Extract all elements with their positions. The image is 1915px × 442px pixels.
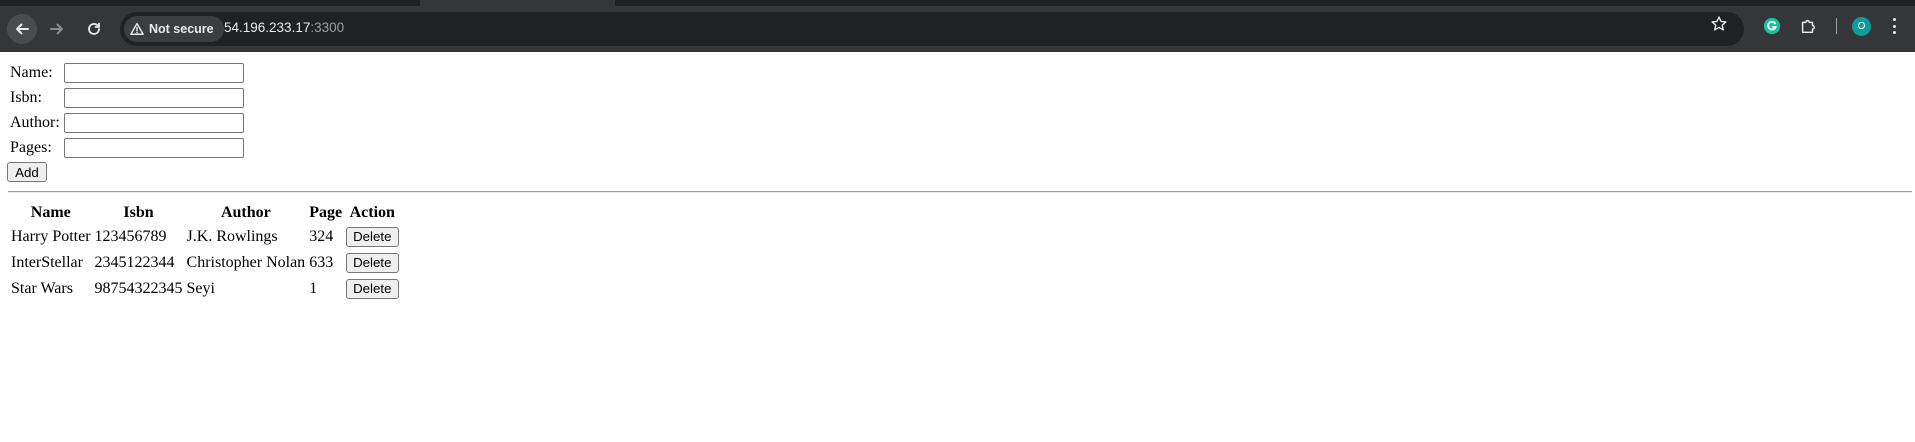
cell-isbn: 98754322345 [94, 280, 183, 297]
cell-name: InterStellar [11, 254, 83, 271]
cell-action: Delete [345, 225, 399, 249]
add-button[interactable]: Add [7, 162, 47, 182]
author-row: Author: [10, 112, 244, 134]
cell-page: 1 [309, 280, 318, 297]
column-header-action: Action [349, 204, 395, 221]
extensions-button[interactable] [1798, 16, 1818, 36]
warning-triangle-icon [130, 22, 144, 35]
site-security-chip[interactable]: Not secure [124, 16, 224, 42]
isbn-label: Isbn: [10, 89, 42, 106]
arrow-left-icon [16, 23, 29, 35]
cell-isbn: 123456789 [94, 228, 167, 245]
cell-action: Delete [345, 251, 399, 275]
cell-name: Star Wars [11, 280, 73, 297]
books-table: Name Isbn Author Page Action Harry Potte… [8, 201, 402, 303]
address-bar[interactable]: Not secure 54.196.233.17:3300 [120, 12, 1744, 46]
forward-button[interactable] [42, 14, 72, 44]
table-row: Star Wars 98754322345 Seyi 1 Delete [10, 277, 400, 301]
name-row: Name: [10, 62, 244, 84]
table-row: Harry Potter 123456789 J.K. Rowlings 324… [10, 225, 400, 249]
author-input[interactable] [64, 113, 244, 133]
pages-input[interactable] [64, 138, 244, 158]
page-content: Name: Isbn: Author: Pages: Add Name Isbn… [0, 52, 1915, 442]
delete-button[interactable]: Delete [346, 227, 399, 247]
pages-row: Pages: [10, 137, 244, 159]
url-host: 54.196.233.17 [224, 20, 311, 35]
cell-author: J.K. Rowlings [186, 228, 278, 245]
grammarly-extension-button[interactable] [1762, 16, 1782, 36]
cell-isbn: 2345122344 [94, 254, 175, 271]
browser-toolbar: Not secure 54.196.233.17:3300 O [0, 6, 1915, 52]
toolbar-divider [1836, 18, 1837, 34]
puzzle-icon [1801, 19, 1815, 34]
column-header-isbn: Isbn [123, 204, 154, 221]
arrow-right-icon [50, 23, 63, 35]
delete-button[interactable]: Delete [346, 253, 399, 273]
table-header-row: Name Isbn Author Page Action [10, 203, 400, 223]
isbn-row: Isbn: [10, 87, 244, 109]
isbn-input[interactable] [64, 88, 244, 108]
reload-icon [88, 22, 100, 35]
cell-author: Seyi [186, 280, 215, 297]
name-input[interactable] [64, 63, 244, 83]
table-row: InterStellar 2345122344 Christopher Nola… [10, 251, 400, 275]
delete-button[interactable]: Delete [346, 279, 399, 299]
column-header-name: Name [30, 204, 71, 221]
url-text[interactable]: 54.196.233.17:3300 [224, 20, 344, 35]
kebab-menu-icon[interactable] [1890, 16, 1898, 36]
cell-name: Harry Potter [11, 228, 91, 245]
cell-action: Delete [345, 277, 399, 301]
cell-page: 324 [309, 228, 334, 245]
cell-page: 633 [309, 254, 334, 271]
name-label: Name: [10, 64, 53, 81]
reload-button[interactable] [79, 14, 109, 44]
column-header-page: Page [309, 204, 343, 221]
star-icon[interactable] [1710, 15, 1728, 33]
grammarly-icon [1763, 17, 1781, 35]
security-label: Not secure [149, 22, 214, 36]
pages-label: Pages: [10, 139, 52, 156]
horizontal-rule [8, 191, 1912, 193]
column-header-author: Author [220, 204, 271, 221]
cell-author: Christopher Nolan [186, 254, 306, 271]
url-port: :3300 [310, 20, 345, 35]
back-button[interactable] [7, 14, 37, 44]
author-label: Author: [10, 114, 60, 131]
profile-avatar[interactable]: O [1852, 17, 1871, 36]
